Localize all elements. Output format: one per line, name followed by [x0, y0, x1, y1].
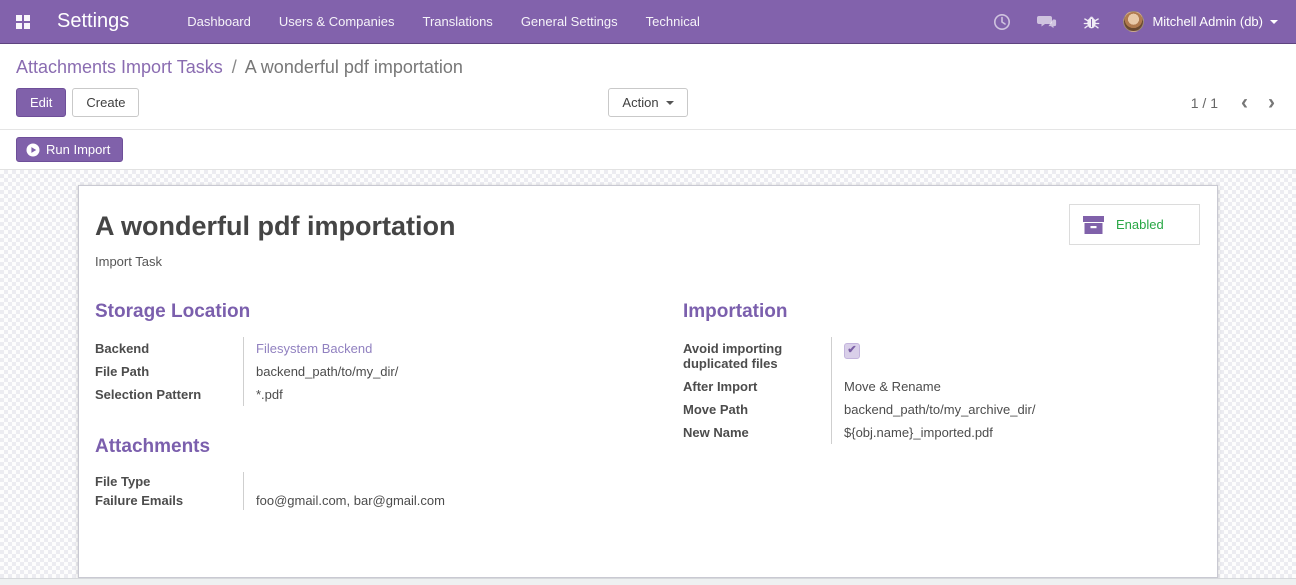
file-type-label: File Type [95, 474, 151, 489]
move-path-value: backend_path/to/my_archive_dir/ [831, 398, 1201, 421]
backend-value-link[interactable]: Filesystem Backend [243, 337, 613, 360]
storage-location-title: Storage Location [95, 301, 251, 322]
file-path-label: File Path [95, 364, 150, 379]
debug-bug-icon[interactable] [1070, 0, 1113, 44]
selection-pattern-value: *.pdf [243, 383, 613, 406]
field-row-selection-pattern: Selection Pattern *.pdf [95, 383, 613, 406]
field-row-after-import: After Import Move & Rename [683, 375, 1201, 398]
navbar-right: Mitchell Admin (db) [980, 0, 1280, 44]
field-row-backend: Backend Filesystem Backend [95, 337, 613, 360]
activities-clock-icon[interactable] [980, 0, 1024, 44]
attachments-group: Attachments File Type Failure Emails foo… [95, 436, 613, 510]
chevron-down-icon [665, 100, 674, 105]
storage-location-group: Storage Location Backend Filesystem Back… [95, 301, 613, 510]
enabled-stat-label: Enabled [1116, 217, 1164, 232]
control-panel-buttons: Edit Create Action 1 / 1 ‹ › [16, 88, 1280, 129]
pager: 1 / 1 ‹ › [688, 92, 1280, 113]
avoid-duplicates-checkbox[interactable]: ✔ [844, 342, 860, 359]
importation-group: Importation Avoid importing duplicated f… [683, 301, 1201, 510]
apps-grid-icon[interactable] [16, 14, 30, 29]
failure-emails-value: foo@gmail.com, bar@gmail.com [243, 491, 613, 510]
menu-item-general-settings[interactable]: General Settings [507, 0, 632, 43]
app-title[interactable]: Settings [57, 10, 129, 33]
move-path-label: Move Path [683, 402, 749, 417]
breadcrumb-separator: / [231, 57, 237, 77]
run-import-label: Run Import [46, 142, 111, 157]
chevron-down-icon [1270, 19, 1278, 24]
failure-emails-label: Failure Emails [95, 493, 184, 508]
menu-item-translations[interactable]: Translations [408, 0, 506, 43]
breadcrumb-parent-link[interactable]: Attachments Import Tasks [16, 57, 223, 77]
form-statusbar: Run Import [0, 130, 1296, 170]
bottom-strip [0, 578, 1296, 585]
field-row-avoid-duplicates: Avoid importing duplicated files ✔ [683, 337, 1201, 375]
menu-item-users-companies[interactable]: Users & Companies [265, 0, 409, 43]
record-title: A wonderful pdf importation [95, 211, 456, 241]
avatar [1123, 11, 1145, 32]
archive-box-icon [1083, 215, 1104, 234]
control-panel: Attachments Import Tasks / A wonderful p… [0, 44, 1296, 130]
field-row-move-path: Move Path backend_path/to/my_archive_dir… [683, 398, 1201, 421]
backend-label: Backend [95, 341, 150, 356]
pager-value: 1 / 1 [1190, 94, 1218, 111]
action-dropdown-label: Action [622, 95, 659, 110]
messages-icon[interactable] [1024, 0, 1070, 44]
new-name-label: New Name [683, 425, 749, 440]
play-circle-icon [26, 143, 40, 156]
field-row-file-path: File Path backend_path/to/my_dir/ [95, 360, 613, 383]
new-name-value: ${obj.name}_imported.pdf [831, 421, 1201, 444]
pager-previous-icon[interactable]: ‹ [1236, 92, 1253, 113]
edit-button[interactable]: Edit [16, 88, 67, 117]
action-dropdown-button[interactable]: Action [608, 88, 688, 117]
file-type-value [243, 472, 613, 491]
file-path-value: backend_path/to/my_dir/ [243, 360, 613, 383]
top-navbar: Settings Dashboard Users & Companies Tra… [0, 0, 1296, 44]
create-button[interactable]: Create [72, 88, 140, 117]
after-import-value: Move & Rename [831, 375, 1201, 398]
after-import-label: After Import [683, 379, 758, 394]
user-menu[interactable]: Mitchell Admin (db) [1113, 11, 1280, 32]
main-menu: Dashboard Users & Companies Translations… [173, 0, 714, 43]
form-sheet: Enabled A wonderful pdf importation Impo… [78, 185, 1218, 578]
field-row-new-name: New Name ${obj.name}_imported.pdf [683, 421, 1201, 444]
attachments-title: Attachments [95, 436, 211, 457]
breadcrumb: Attachments Import Tasks / A wonderful p… [16, 54, 1280, 80]
record-subtitle: Import Task [95, 254, 162, 269]
avoid-duplicates-label: Avoid importing duplicated files [683, 341, 783, 371]
pager-next-icon[interactable]: › [1263, 92, 1280, 113]
menu-item-dashboard[interactable]: Dashboard [173, 0, 265, 43]
breadcrumb-current: A wonderful pdf importation [244, 57, 463, 77]
user-name: Mitchell Admin (db) [1152, 14, 1263, 29]
form-view-background: Enabled A wonderful pdf importation Impo… [0, 170, 1296, 578]
selection-pattern-label: Selection Pattern [95, 387, 202, 402]
menu-item-technical[interactable]: Technical [632, 0, 714, 43]
field-row-file-type: File Type [95, 472, 613, 491]
run-import-button[interactable]: Run Import [16, 137, 124, 162]
importation-title: Importation [683, 301, 788, 322]
field-row-failure-emails: Failure Emails foo@gmail.com, bar@gmail.… [95, 491, 613, 510]
enabled-stat-button[interactable]: Enabled [1069, 204, 1200, 245]
